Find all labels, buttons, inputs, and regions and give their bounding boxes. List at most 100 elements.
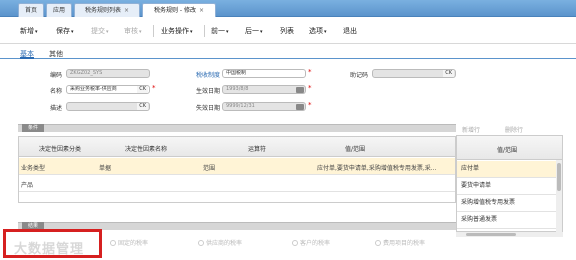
effective-date-value: 1993/8/8 <box>226 86 249 92</box>
required-mark: * <box>308 84 312 92</box>
save-button[interactable]: 保存▾ <box>56 26 74 36</box>
options-button[interactable]: 选项▾ <box>309 26 327 36</box>
radio-label: 供应商的税率 <box>206 240 243 247</box>
scroll-thumb[interactable] <box>557 163 561 191</box>
horizontal-scrollbar[interactable] <box>456 232 563 237</box>
list-item[interactable]: 要货申请单 <box>457 178 562 195</box>
radio-expense-rate[interactable]: 费用项目的税率 <box>375 238 425 247</box>
close-icon[interactable]: × <box>124 7 129 14</box>
effective-date-field[interactable]: 1993/8/8 <box>222 85 306 94</box>
list-item[interactable]: 采购增值税专用发票 <box>457 195 562 212</box>
radio-label: 费用项目的税率 <box>383 240 426 247</box>
effective-date-label: 生效日期 <box>195 88 220 95</box>
required-mark: * <box>308 101 312 109</box>
conditions-section-label: 条件 <box>22 124 45 132</box>
radio-label: 固定的税率 <box>118 240 149 247</box>
tab-apps[interactable]: 应用 <box>46 3 72 17</box>
scroll-thumb[interactable] <box>466 233 516 236</box>
code-value: ZKGZ02_SYS <box>70 70 103 76</box>
calendar-icon[interactable] <box>296 104 304 110</box>
delete-row-button[interactable]: 删除行 <box>505 125 523 134</box>
close-icon[interactable]: × <box>199 7 204 14</box>
highlight-box: 大数据管理 <box>3 229 102 258</box>
lang-button[interactable]: CK <box>443 70 454 77</box>
tab-label: 税务规则列表 <box>84 7 121 14</box>
toolbar-divider <box>153 25 154 37</box>
description-label: 描述 <box>49 105 62 112</box>
table-row[interactable]: 业务类型 单据 范围 应付单,要货申请单,采购增值税专用发票,采... <box>19 158 455 175</box>
submit-button[interactable]: 提交▾ <box>91 26 109 36</box>
description-field[interactable]: CK <box>66 102 150 111</box>
prev-button[interactable]: 前一▾ <box>211 26 229 36</box>
radio-icon <box>110 240 116 246</box>
submit-label: 提交 <box>91 27 105 35</box>
value-range-panel: 值/范围 应付单 要货申请单 采购增值税专用发票 采购普通发票 <box>456 135 563 232</box>
exit-button[interactable]: 退出 <box>343 26 357 36</box>
table-header: 决定性因素分类 决定性因素名称 运算符 值/范围 <box>19 137 455 157</box>
calendar-icon[interactable] <box>296 87 304 93</box>
tax-system-field[interactable]: 中国税制 <box>222 69 306 78</box>
next-label: 后一 <box>245 27 259 35</box>
audit-label: 审核 <box>124 27 138 35</box>
column-header: 决定性因素分类 <box>39 146 82 153</box>
tab-basic[interactable]: 基本 <box>20 49 34 59</box>
tax-system-label[interactable]: 税收制度 <box>180 70 220 79</box>
options-label: 选项 <box>309 27 323 35</box>
list-item[interactable]: 应付单 <box>457 161 562 178</box>
category-cell: 产品 <box>21 182 34 189</box>
column-header: 值/范围 <box>345 146 366 153</box>
lang-button[interactable]: CK <box>137 103 148 110</box>
factor-name-cell: 单据 <box>99 165 112 172</box>
mnemonic-label: 助记码 <box>349 72 368 79</box>
radio-fixed-rate[interactable]: 固定的税率 <box>110 238 148 247</box>
sub-tabs: 基本 其他 <box>0 47 576 59</box>
tab-label: 应用 <box>52 7 65 14</box>
radio-label: 客户的税率 <box>300 240 331 247</box>
expire-date-field[interactable]: 9999/12/31 <box>222 102 306 111</box>
tab-other[interactable]: 其他 <box>49 49 63 59</box>
name-field[interactable]: 采购业务税率-供应商 CK <box>66 85 150 94</box>
operator-cell: 范围 <box>203 165 216 172</box>
name-label: 名称 <box>49 88 62 95</box>
tab-bar: 首页 应用 税务规则列表 × 税务规则 - 修改 × <box>0 0 576 17</box>
mnemonic-field[interactable]: CK <box>372 69 456 78</box>
next-button[interactable]: 后一▾ <box>245 26 263 36</box>
audit-button[interactable]: 审核▾ <box>124 26 142 36</box>
save-label: 保存 <box>56 27 70 35</box>
tax-system-value: 中国税制 <box>226 70 247 76</box>
radio-icon <box>198 240 204 246</box>
chevron-down-icon: ▾ <box>190 29 193 35</box>
watermark: 大数据管理 <box>14 242 85 257</box>
tab-home[interactable]: 首页 <box>18 3 44 17</box>
new-row-button[interactable]: 新增行 <box>462 125 480 134</box>
expire-date-value: 9999/12/31 <box>226 103 255 109</box>
chevron-down-icon: ▾ <box>324 29 327 35</box>
value-cell: 应付单,要货申请单,采购增值税专用发票,采... <box>317 165 437 172</box>
list-button[interactable]: 列表 <box>280 26 294 36</box>
conditions-section-bar: 条件 <box>18 124 456 132</box>
radio-icon <box>375 240 381 246</box>
value-panel-header: 值/范围 <box>457 136 562 160</box>
category-cell: 业务类型 <box>21 165 46 172</box>
new-label: 新增 <box>20 27 34 35</box>
radio-customer-rate[interactable]: 客户的税率 <box>292 238 330 247</box>
column-header: 决定性因素名称 <box>125 146 168 153</box>
radio-icon <box>292 240 298 246</box>
chevron-down-icon: ▾ <box>71 29 74 35</box>
list-item[interactable]: 采购普通发票 <box>457 212 562 229</box>
new-button[interactable]: 新增▾ <box>20 26 38 36</box>
business-ops-button[interactable]: 业务操作▾ <box>161 26 193 36</box>
lang-button[interactable]: CK <box>137 86 148 93</box>
tab-label: 首页 <box>24 7 37 14</box>
chevron-down-icon: ▾ <box>260 29 263 35</box>
tab-tax-rule-edit[interactable]: 税务规则 - 修改 × <box>142 3 216 17</box>
vertical-scrollbar[interactable] <box>556 160 562 232</box>
code-field[interactable]: ZKGZ02_SYS <box>66 69 150 78</box>
table-row[interactable]: 产品 <box>19 175 455 192</box>
expire-date-label: 失效日期 <box>195 105 220 112</box>
name-value: 采购业务税率-供应商 <box>70 86 117 92</box>
chevron-down-icon: ▾ <box>35 29 38 35</box>
tab-tax-rule-list[interactable]: 税务规则列表 × <box>74 3 140 17</box>
radio-supplier-rate[interactable]: 供应商的税率 <box>198 238 242 247</box>
code-label: 编码 <box>49 72 62 79</box>
